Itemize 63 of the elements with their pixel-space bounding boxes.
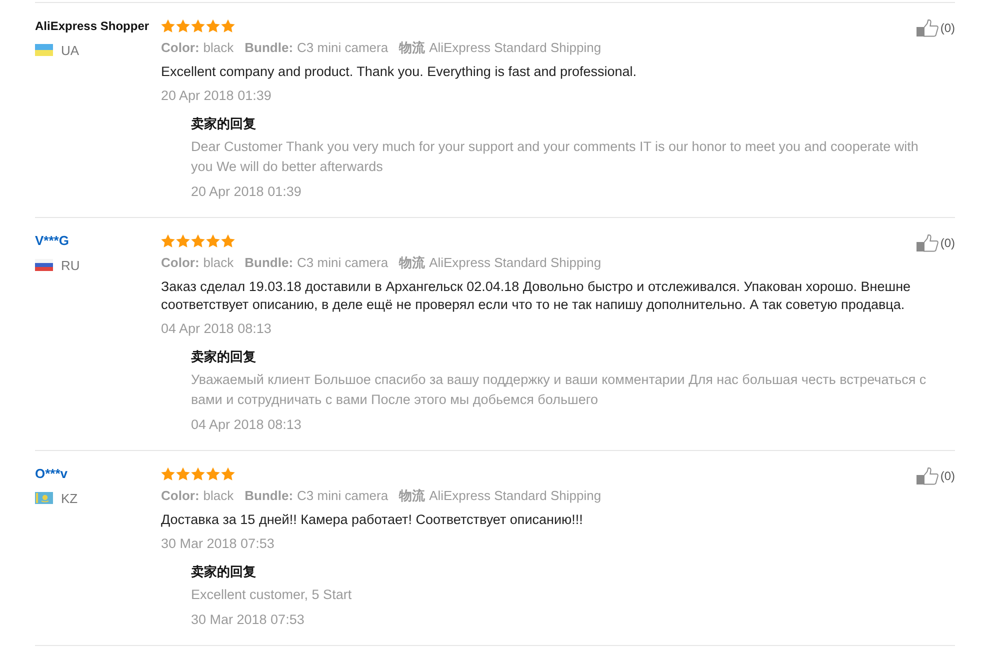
spec-value: black xyxy=(203,254,234,272)
like-button[interactable]: (0) xyxy=(916,19,955,37)
star-icon xyxy=(161,19,175,33)
spec-label: Bundle: xyxy=(244,254,294,272)
reviewer-link[interactable]: V***G xyxy=(35,231,69,251)
thumbs-up-icon xyxy=(916,234,940,252)
spec-label: 物流 xyxy=(399,487,426,505)
reply-title: 卖家的回复 xyxy=(191,563,257,581)
reviewer-name: AliExpress Shopper xyxy=(35,18,150,35)
reply-date: 04 Apr 2018 08:13 xyxy=(191,416,302,434)
star-icon xyxy=(221,467,235,481)
like-button[interactable]: (0) xyxy=(916,467,955,485)
country-code: RU xyxy=(61,258,80,272)
spec-value: AliExpress Standard Shipping xyxy=(429,487,602,505)
review-date: 30 Mar 2018 07:53 xyxy=(161,535,276,553)
flag-icon xyxy=(35,44,53,56)
spec-label: Color: xyxy=(161,487,200,505)
spec-value: black xyxy=(203,487,234,505)
reviewer-link[interactable]: O***v xyxy=(35,464,68,484)
star-icon xyxy=(221,19,235,33)
spec-value: C3 mini camera xyxy=(297,39,388,57)
spec-label: Bundle: xyxy=(244,39,294,57)
reply-title: 卖家的回复 xyxy=(191,115,257,133)
thumbs-up-icon xyxy=(916,19,940,37)
reply-title: 卖家的回复 xyxy=(191,348,257,366)
spec-value: C3 mini camera xyxy=(297,487,388,505)
star-icon xyxy=(191,467,205,481)
star-icon xyxy=(176,467,190,481)
spec-label: Color: xyxy=(161,254,200,272)
country-code: UA xyxy=(61,42,80,58)
review-text: Заказ сделал 19.03.18 доставили в Архангельск 02.04.18 Довольно быстро и отслеживался. Упакован хорошо. Внешне соответствует описанию, в деле ещё не проверял если что то не так напишу дополнительно. А так советую продавца. xyxy=(161,278,912,314)
star-icon xyxy=(176,19,190,33)
spec-value: black xyxy=(203,39,234,57)
star-icon xyxy=(191,234,205,248)
star-icon xyxy=(176,234,190,248)
reply-date: 30 Mar 2018 07:53 xyxy=(191,611,306,629)
spec-label: Color: xyxy=(161,39,200,57)
spec-value: C3 mini camera xyxy=(297,254,388,272)
reply-text: Уважаемый клиент Большое спасибо за вашу поддержку и ваши комментарии Для нас большая честь встречаться с вами и сотрудничать с вами После этого мы добьемся большего xyxy=(191,371,928,409)
thumbs-up-icon xyxy=(916,467,940,485)
star-icon xyxy=(206,19,220,33)
review-date: 20 Apr 2018 01:39 xyxy=(161,87,272,105)
star-icon xyxy=(161,467,175,481)
review-text: Доставка за 15 дней!! Камера работает! Соответствует описанию!!! xyxy=(161,511,584,529)
reply-text: Excellent customer, 5 Start xyxy=(191,586,353,604)
star-icon xyxy=(206,234,220,248)
reply-date: 20 Apr 2018 01:39 xyxy=(191,183,302,201)
review-date: 04 Apr 2018 08:13 xyxy=(161,320,272,338)
star-icon xyxy=(221,234,235,248)
spec-value: AliExpress Standard Shipping xyxy=(429,39,602,57)
country-code: KZ xyxy=(61,490,78,506)
spec-label: 物流 xyxy=(399,39,426,57)
flag-icon xyxy=(35,259,53,271)
spec-label: Bundle: xyxy=(244,487,294,505)
flag-icon xyxy=(35,492,53,504)
star-icon xyxy=(206,467,220,481)
like-button[interactable]: (0) xyxy=(916,234,955,252)
spec-value: AliExpress Standard Shipping xyxy=(429,254,602,272)
star-icon xyxy=(191,19,205,33)
star-icon xyxy=(161,234,175,248)
spec-label: 物流 xyxy=(399,254,426,272)
review-text: Excellent company and product. Thank you. Everything is fast and professional. xyxy=(161,63,638,81)
reply-text: Dear Customer Thank you very much for your support and your comments IT is our honor to meet you and cooperate with you We will do better afterwards xyxy=(191,138,920,176)
